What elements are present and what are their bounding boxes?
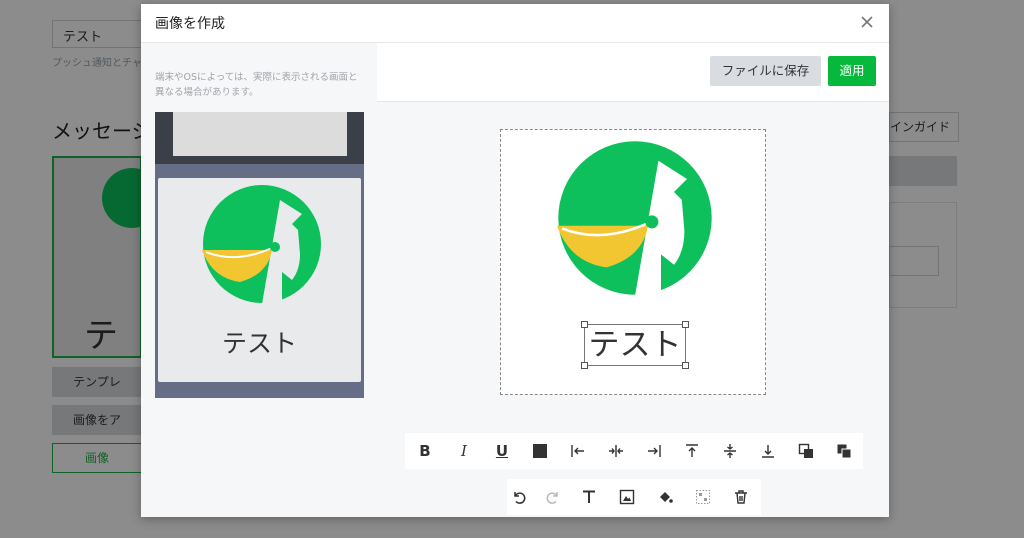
preview-note: 端末やOSによっては、実際に表示される画面と異なる場合があります。 xyxy=(155,72,358,98)
trash-icon[interactable] xyxy=(729,485,753,509)
save-file-button[interactable]: ファイルに保存 xyxy=(710,56,821,86)
bold-button[interactable]: B xyxy=(413,439,437,463)
logo-icon xyxy=(202,185,321,304)
editor-panel: ファイルに保存 適用 テスト B I U xyxy=(377,43,889,517)
resize-handle-tr[interactable] xyxy=(682,321,689,328)
modal-header: 画像を作成 xyxy=(141,4,889,43)
resize-handle-tl[interactable] xyxy=(581,321,588,328)
align-right-button[interactable] xyxy=(642,439,666,463)
italic-button[interactable]: I xyxy=(452,439,476,463)
paint-bucket-icon[interactable] xyxy=(653,485,677,509)
align-middle-button[interactable] xyxy=(718,439,742,463)
text-icon[interactable] xyxy=(577,485,601,509)
resize-handle-bl[interactable] xyxy=(581,362,588,369)
redo-icon[interactable] xyxy=(541,485,565,509)
canvas-text-element[interactable]: テスト xyxy=(581,321,689,369)
edit-toolbar xyxy=(507,479,761,515)
undo-icon[interactable] xyxy=(507,485,531,509)
send-back-button[interactable] xyxy=(832,439,856,463)
underline-button[interactable]: U xyxy=(490,439,514,463)
align-top-button[interactable] xyxy=(680,439,704,463)
phone-message-card: テスト xyxy=(158,178,361,382)
align-bottom-button[interactable] xyxy=(756,439,780,463)
modal-title: 画像を作成 xyxy=(155,16,225,32)
phone-preview-text: テスト xyxy=(221,329,297,358)
editor-header: ファイルに保存 適用 xyxy=(377,43,889,102)
format-toolbar: B I U xyxy=(405,433,863,469)
align-center-button[interactable] xyxy=(604,439,628,463)
text-color-button[interactable] xyxy=(528,439,552,463)
phone-preview: テスト xyxy=(155,112,364,398)
resize-handle-br[interactable] xyxy=(682,362,689,369)
canvas-logo-icon[interactable] xyxy=(557,140,713,296)
canvas-text[interactable]: テスト xyxy=(585,325,685,365)
align-left-button[interactable] xyxy=(566,439,590,463)
phone-top-bar xyxy=(155,112,364,164)
image-icon[interactable] xyxy=(615,485,639,509)
image-canvas[interactable]: テスト xyxy=(500,129,766,395)
transparency-icon[interactable] xyxy=(691,485,715,509)
create-image-modal: 画像を作成 端末やOSによっては、実際に表示される画面と異なる場合があります。 … xyxy=(141,4,889,517)
close-icon[interactable] xyxy=(857,12,877,32)
apply-button[interactable]: 適用 xyxy=(828,56,876,86)
bring-front-button[interactable] xyxy=(794,439,818,463)
